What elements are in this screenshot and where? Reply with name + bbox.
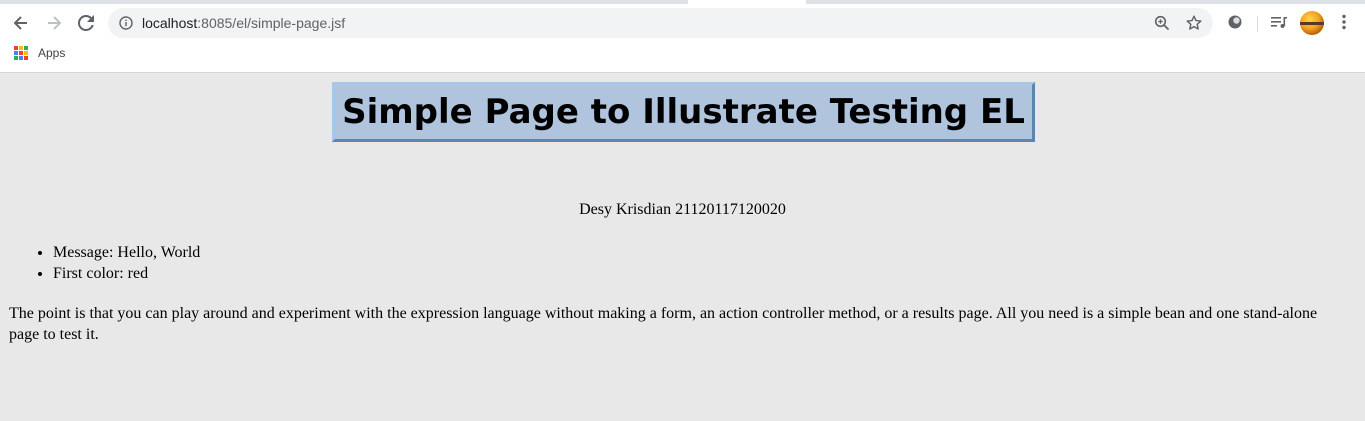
apps-grid-dot — [24, 51, 28, 55]
apps-grid-dot — [14, 51, 18, 55]
star-icon[interactable] — [1186, 15, 1202, 31]
apps-grid-dot — [19, 51, 23, 55]
url-path: :8085/el/simple-page.jsf — [197, 15, 346, 31]
apps-grid-dot — [24, 56, 28, 60]
bookmark-apps-label: Apps — [38, 46, 66, 60]
more-vert-icon — [1342, 14, 1346, 30]
url-host: localhost — [142, 15, 198, 31]
playlist-icon — [1271, 17, 1287, 28]
zoom-icon[interactable] — [1154, 15, 1170, 31]
profile-avatar[interactable] — [1300, 11, 1324, 35]
bookmarks-bar: Apps — [0, 40, 1365, 72]
extension-circle-icon — [1228, 15, 1242, 29]
forward-button[interactable] — [42, 11, 66, 35]
explanation-paragraph: The point is that you can play around an… — [9, 305, 1318, 343]
apps-grid-dot — [19, 56, 23, 60]
reload-icon — [78, 15, 94, 31]
page-title-box: Simple Page to Illustrate Testing EL — [332, 82, 1035, 142]
apps-grid-icon — [14, 46, 28, 60]
browser-chrome: localhost:8085/el/simple-page.jsf Apps — [0, 0, 1365, 73]
arrow-right-icon — [48, 16, 62, 30]
toolbar-separator — [1257, 16, 1258, 32]
author-line: Desy Krisdian 21120117120020 — [579, 201, 786, 218]
info-list: Message: Hello, World First color: red — [13, 242, 200, 284]
extension-button[interactable] — [1225, 12, 1245, 32]
info-icon[interactable] — [119, 16, 133, 30]
bookmark-apps[interactable]: Apps — [14, 46, 65, 60]
apps-grid-dot — [14, 46, 18, 50]
menu-button[interactable] — [1334, 12, 1354, 32]
media-button[interactable] — [1269, 12, 1289, 32]
apps-grid-dot — [19, 46, 23, 50]
page-content: Simple Page to Illustrate Testing EL Des… — [0, 73, 1365, 421]
arrow-left-icon — [13, 16, 27, 30]
list-item-first-color: First color: red — [53, 263, 200, 284]
url-text[interactable]: localhost:8085/el/simple-page.jsf — [142, 15, 345, 31]
apps-grid-dot — [24, 46, 28, 50]
avatar-band — [1300, 22, 1324, 25]
page-title: Simple Page to Illustrate Testing EL — [342, 92, 1025, 132]
reload-button[interactable] — [74, 11, 98, 35]
list-item-message: Message: Hello, World — [53, 242, 200, 263]
apps-grid-dot — [14, 56, 18, 60]
browser-toolbar: localhost:8085/el/simple-page.jsf — [0, 4, 1365, 40]
back-button[interactable] — [9, 11, 33, 35]
address-bar[interactable]: localhost:8085/el/simple-page.jsf — [108, 8, 1213, 38]
